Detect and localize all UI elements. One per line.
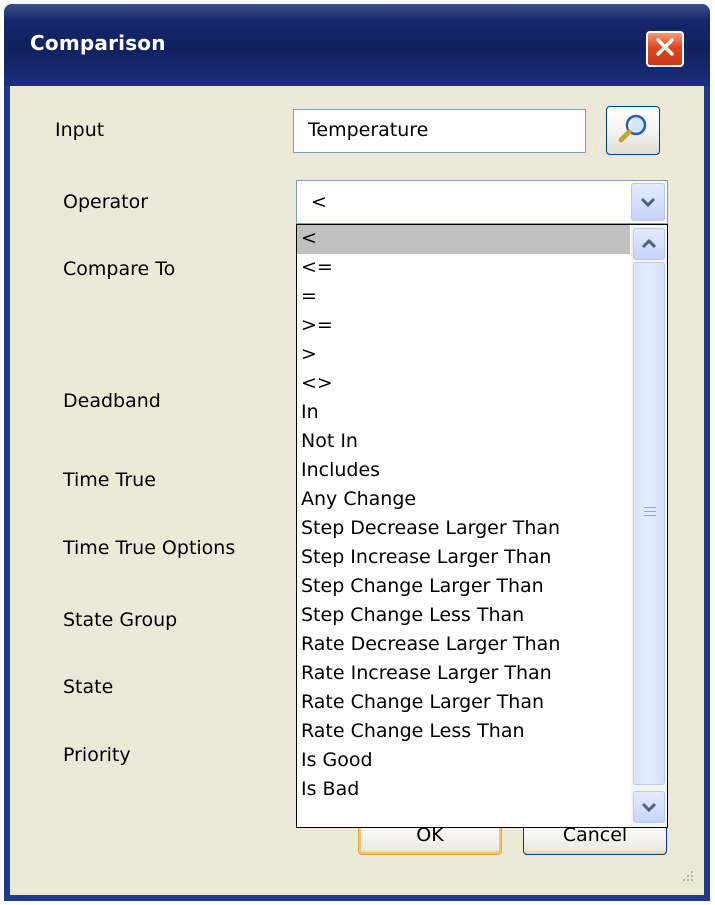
operator-option[interactable]: Not In — [297, 428, 630, 457]
operator-options: < <= = >= > <> In Not In Includes Any Change Step … — [297, 225, 630, 805]
operator-option[interactable]: Rate Change Larger Than — [297, 689, 630, 718]
operator-option[interactable]: Is Good — [297, 747, 630, 776]
operator-select-value: < — [311, 191, 327, 213]
operator-option[interactable]: > — [297, 341, 630, 370]
operator-option[interactable]: Rate Increase Larger Than — [297, 660, 630, 689]
dialog-title: Comparison — [30, 31, 166, 55]
operator-option[interactable]: Rate Decrease Larger Than — [297, 631, 630, 660]
state-label: State — [63, 676, 114, 698]
input-field[interactable]: Temperature — [293, 109, 586, 153]
operator-option[interactable]: Step Decrease Larger Than — [297, 515, 630, 544]
compare-to-label: Compare To — [63, 258, 176, 280]
operator-option[interactable]: <> — [297, 370, 630, 399]
operator-option[interactable]: < — [297, 225, 630, 254]
operator-option[interactable]: >= — [297, 312, 630, 341]
resize-grip-icon[interactable] — [676, 866, 696, 886]
operator-option[interactable]: Step Increase Larger Than — [297, 544, 630, 573]
scroll-thumb[interactable] — [633, 262, 665, 785]
operator-option[interactable]: Any Change — [297, 486, 630, 515]
input-label: Input — [55, 119, 105, 141]
operator-option[interactable]: Step Change Less Than — [297, 602, 630, 631]
time-true-label: Time True — [63, 469, 156, 491]
scroll-up-button[interactable] — [633, 228, 665, 260]
operator-option[interactable]: Rate Change Less Than — [297, 718, 630, 747]
operator-option[interactable]: Includes — [297, 457, 630, 486]
chevron-down-icon — [640, 193, 656, 212]
operator-dropdown-button[interactable] — [631, 183, 665, 221]
operator-select[interactable]: < — [296, 180, 668, 224]
scroll-down-button[interactable] — [633, 791, 665, 823]
deadband-label: Deadband — [63, 390, 161, 412]
operator-label: Operator — [63, 191, 149, 213]
operator-option[interactable]: Step Change Larger Than — [297, 573, 630, 602]
title-bar[interactable]: Comparison — [4, 4, 710, 86]
chevron-down-icon — [641, 798, 657, 817]
chevron-up-icon — [641, 235, 657, 254]
operator-option[interactable]: <= — [297, 254, 630, 283]
priority-label: Priority — [63, 744, 131, 766]
magnifier-icon — [616, 112, 650, 150]
operator-option[interactable]: In — [297, 399, 630, 428]
operator-dropdown-list[interactable]: < <= = >= > <> In Not In Includes Any Change Step … — [296, 224, 668, 828]
dropdown-scrollbar[interactable] — [631, 225, 667, 827]
close-button[interactable] — [646, 31, 684, 67]
close-icon — [654, 36, 676, 62]
input-value: Temperature — [308, 119, 429, 141]
time-true-options-label: Time True Options — [63, 537, 236, 559]
state-group-label: State Group — [63, 609, 178, 631]
scroll-grip — [644, 507, 656, 518]
operator-option[interactable]: Is Bad — [297, 776, 630, 805]
operator-option[interactable]: = — [297, 283, 630, 312]
lookup-button[interactable] — [606, 106, 660, 155]
